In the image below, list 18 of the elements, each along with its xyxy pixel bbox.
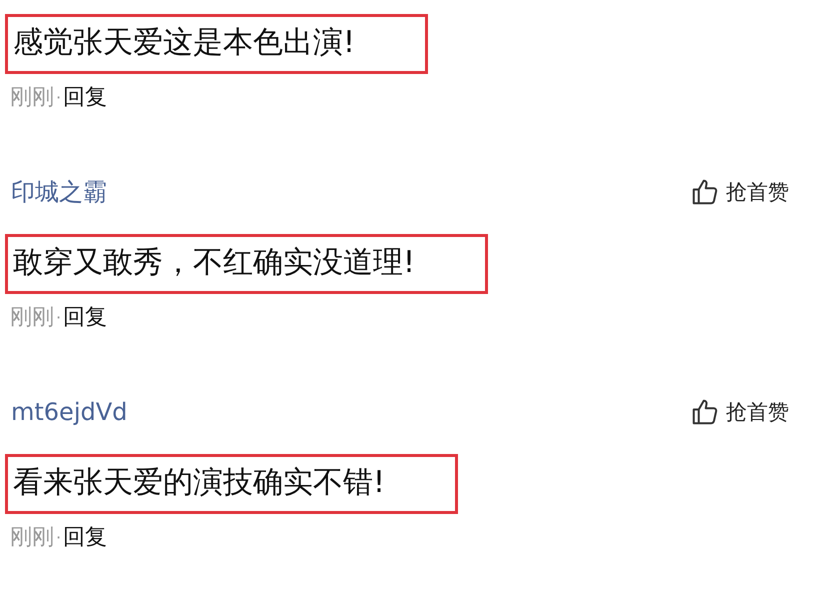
comment-text: 敢穿又敢秀，不红确实没道理! bbox=[5, 234, 488, 294]
thumbs-up-icon bbox=[690, 397, 720, 427]
comment-text: 感觉张天爱这是本色出演! bbox=[5, 14, 428, 74]
reply-link[interactable]: 回复 bbox=[63, 82, 108, 112]
like-button[interactable]: 抢首赞 bbox=[690, 177, 789, 207]
reply-link[interactable]: 回复 bbox=[63, 302, 108, 332]
thumbs-up-icon bbox=[690, 177, 720, 207]
like-button[interactable]: 抢首赞 bbox=[690, 397, 789, 427]
comment-text: 看来张天爱的演技确实不错! bbox=[5, 454, 458, 514]
timestamp: 刚刚 bbox=[10, 524, 54, 552]
separator-dot: · bbox=[56, 308, 62, 326]
timestamp: 刚刚 bbox=[10, 84, 54, 112]
timestamp: 刚刚 bbox=[10, 304, 54, 332]
separator-dot: · bbox=[56, 528, 62, 546]
username[interactable]: 印城之霸 bbox=[11, 176, 107, 208]
username[interactable]: mt6ejdVd bbox=[11, 398, 128, 426]
reply-link[interactable]: 回复 bbox=[63, 522, 108, 552]
separator-dot: · bbox=[56, 88, 62, 106]
